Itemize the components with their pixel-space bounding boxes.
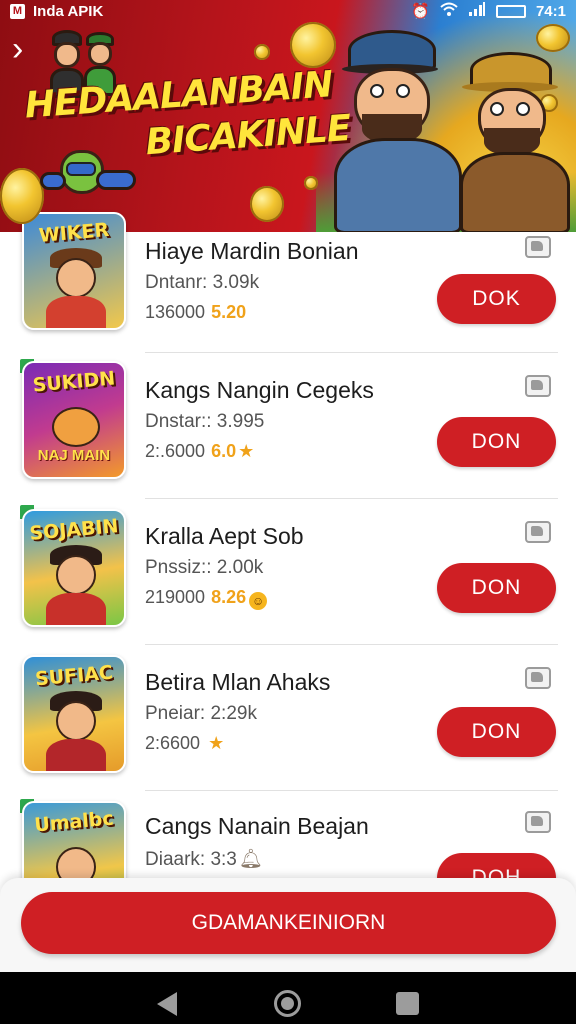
- promo-banner[interactable]: HEDAALANBAIN BICAKINLE ›: [0, 0, 576, 232]
- coin-icon: [254, 44, 270, 60]
- signal-icon: [468, 2, 486, 20]
- app-screen: HEDAALANBAIN BICAKINLE › M Inda APIK ⏰ 7…: [0, 0, 576, 1024]
- app-meta: Pnssiz:: 2.00k: [145, 557, 264, 578]
- app-meta: Dntanr: 3.09k: [145, 272, 260, 293]
- app-count: 2:6600: [145, 733, 201, 753]
- thumbnail-label: SOJABIN: [28, 515, 120, 545]
- download-button[interactable]: DON: [437, 563, 556, 613]
- checkbox-icon[interactable]: [525, 236, 551, 258]
- coin-icon: [0, 168, 44, 224]
- thumbnail-label: SUFIAC: [34, 661, 114, 691]
- app-stats: 2:.6000 6.0 ★: [145, 441, 254, 462]
- smile-icon: ☺: [249, 592, 268, 610]
- checkbox-icon[interactable]: [525, 521, 551, 543]
- app-thumbnail: SUKIDN NAJ MAIN: [22, 361, 126, 479]
- status-bar: M Inda APIK ⏰ 74:1: [0, 0, 576, 22]
- app-title[interactable]: Kralla Aept Sob: [145, 523, 304, 550]
- wifi-icon: [440, 2, 458, 20]
- app-meta-text: Diaark: 3:3: [145, 849, 237, 870]
- thumbnail-body: [46, 739, 106, 771]
- list-item[interactable]: SOJABIN Kralla Aept Sob Pnssiz:: 2.00k 2…: [0, 499, 576, 645]
- bell-icon: 🔔︎: [238, 849, 263, 870]
- thumbnail-sub-label: NAJ MAIN: [37, 447, 111, 464]
- list-item[interactable]: SUKIDN NAJ MAIN Kangs Nangin Cegeks Dnst…: [0, 353, 576, 499]
- star-icon: ★: [238, 441, 255, 461]
- app-title[interactable]: Hiaye Mardin Bonian: [145, 238, 359, 265]
- thumbnail-body: [46, 296, 106, 328]
- coin-icon: [250, 186, 284, 222]
- download-button[interactable]: DON: [437, 417, 556, 467]
- star-icon: ★: [208, 733, 225, 753]
- thumbnail-label: Umalbc: [33, 807, 115, 837]
- app-badge-icon: M: [10, 3, 25, 19]
- app-stats: 136000 5.20: [145, 302, 246, 323]
- app-thumbnail: WIKER: [22, 212, 126, 330]
- nav-back-icon[interactable]: [157, 992, 177, 1016]
- app-title[interactable]: Cangs Nanain Beajan: [145, 813, 369, 840]
- checkbox-icon[interactable]: [525, 667, 551, 689]
- list-item[interactable]: WIKER Hiaye Mardin Bonian Dntanr: 3.09k …: [0, 212, 576, 353]
- app-thumbnail: SUFIAC: [22, 655, 126, 773]
- status-app-name: Inda APIK: [33, 2, 104, 20]
- app-meta: Pneiar: 2:29k: [145, 703, 257, 724]
- thumbnail-face: [56, 555, 96, 595]
- app-meta: Dnstar:: 3.995: [145, 411, 265, 432]
- thumbnail-label: SUKIDN: [31, 367, 117, 397]
- app-thumbnail: SOJABIN: [22, 509, 126, 627]
- list-item[interactable]: SUFIAC Betira Mlan Ahaks Pneiar: 2:29k 2…: [0, 645, 576, 791]
- app-count: 2:.6000: [145, 441, 206, 461]
- app-stats: 219000 8.26 ☺: [145, 587, 268, 610]
- app-count: 136000: [145, 302, 206, 322]
- thumbnail-face: [52, 407, 100, 447]
- app-rating: 6.0: [211, 441, 237, 461]
- app-meta: Diaark: 3:3 🔔︎: [145, 847, 263, 871]
- status-time: 74:1: [535, 2, 566, 20]
- app-rating: 5.20: [211, 302, 247, 322]
- nav-recents-icon[interactable]: [396, 992, 419, 1015]
- app-stats: 2:6600 ★: [145, 733, 224, 754]
- checkbox-icon[interactable]: [525, 811, 551, 833]
- app-title[interactable]: Betira Mlan Ahaks: [145, 669, 330, 696]
- back-chevron-icon[interactable]: ›: [12, 32, 40, 68]
- battery-icon: [495, 4, 526, 18]
- coin-icon: [304, 176, 318, 190]
- download-button[interactable]: DON: [437, 707, 556, 757]
- app-title[interactable]: Kangs Nangin Cegeks: [145, 377, 374, 404]
- banner-character-explorer: [454, 48, 572, 232]
- thumbnail-face: [56, 701, 96, 741]
- checkbox-icon[interactable]: [525, 375, 551, 397]
- app-rating: 8.26: [211, 587, 247, 607]
- primary-action-button[interactable]: GDAMANKEINIORN: [21, 892, 556, 954]
- thumbnail-body: [46, 593, 106, 625]
- nav-home-icon[interactable]: [274, 990, 301, 1017]
- app-count: 219000: [145, 587, 206, 607]
- thumbnail-label: WIKER: [37, 218, 110, 248]
- alarm-icon: ⏰: [411, 3, 430, 20]
- thumbnail-face: [56, 258, 96, 298]
- status-icons: ⏰ 74:1: [411, 2, 566, 20]
- download-button[interactable]: DOK: [437, 274, 556, 324]
